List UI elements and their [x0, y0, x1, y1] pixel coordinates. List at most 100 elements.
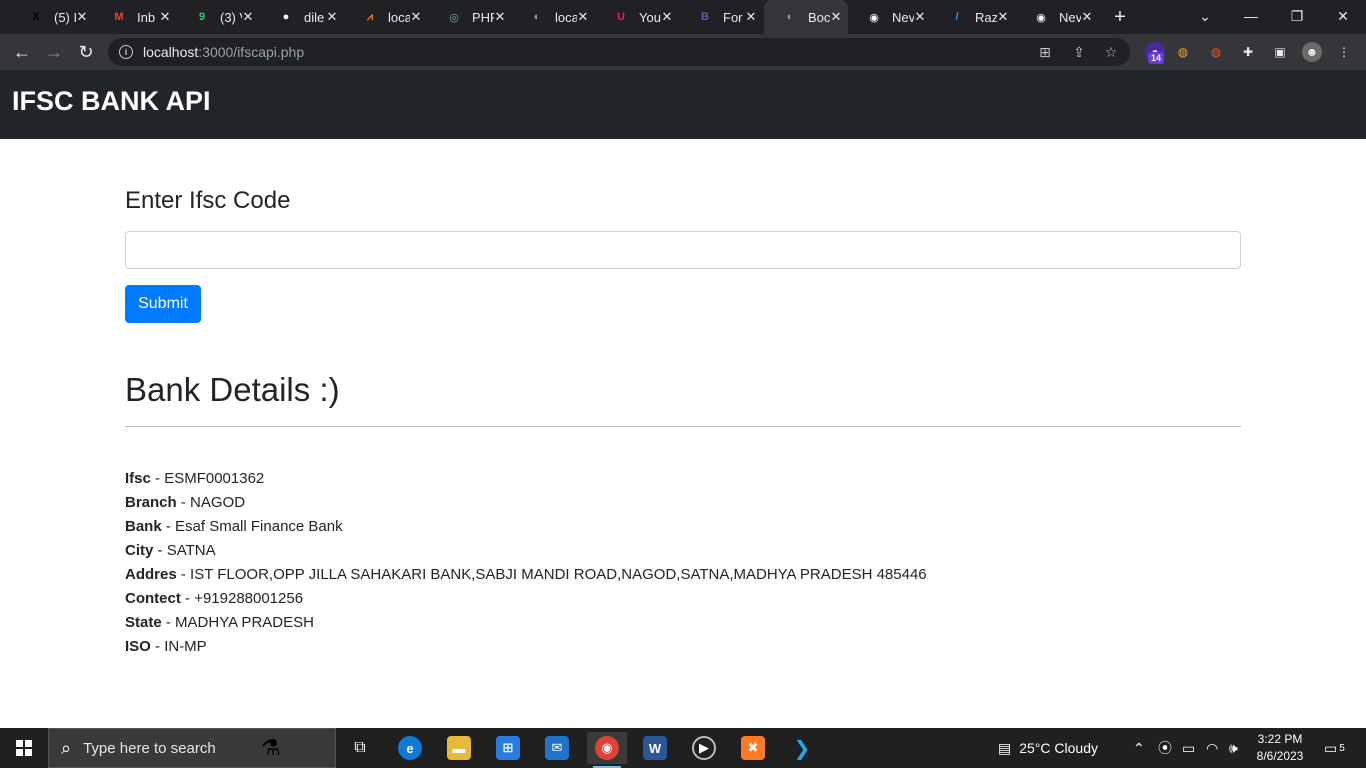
- browser-tab[interactable]: B For ✕: [679, 0, 763, 34]
- tab-close-icon[interactable]: ✕: [240, 9, 256, 25]
- back-icon[interactable]: ←: [8, 38, 36, 66]
- detail-key: City: [125, 542, 154, 559]
- tab-title: loca: [555, 9, 577, 25]
- detail-value: MADHYA PRADESH: [175, 614, 314, 631]
- tab-close-icon[interactable]: ✕: [492, 9, 508, 25]
- submit-button[interactable]: Submit: [125, 285, 201, 323]
- chatgpt-icon: ◎: [449, 11, 459, 24]
- clock-date: 8/6/2023: [1256, 749, 1304, 763]
- cookie-editor-icon[interactable]: ◍: [1206, 42, 1226, 62]
- minimize-button[interactable]: —: [1228, 0, 1274, 32]
- translate-icon[interactable]: ⊞: [1036, 43, 1054, 61]
- browser-tab[interactable]: U You ✕: [595, 0, 679, 34]
- bookmark-star-icon[interactable]: ☆: [1102, 43, 1120, 61]
- reload-icon[interactable]: ↻: [72, 38, 100, 66]
- task-view-icon[interactable]: ⧉: [340, 732, 380, 764]
- word-icon[interactable]: W: [635, 732, 675, 764]
- udemy-icon: U: [617, 11, 625, 23]
- browser-tab[interactable]: X (5) I ✕: [10, 0, 94, 34]
- battery-icon[interactable]: ▭: [1182, 728, 1195, 768]
- detail-key: Bank: [125, 518, 162, 535]
- detail-row: Addres - IST FLOOR,OPP JILLA SAHAKARI BA…: [125, 565, 927, 589]
- science-illustration-icon: ⚗: [261, 735, 281, 760]
- detail-key: Contect: [125, 590, 181, 607]
- gmail-icon: M: [114, 11, 124, 23]
- browser-tab[interactable]: ◉ Nev ✕: [848, 0, 932, 34]
- tab-close-icon[interactable]: ✕: [408, 9, 424, 25]
- browser-tab[interactable]: 9 (3) V✕: [176, 0, 260, 34]
- media-player-icon[interactable]: ▶: [684, 732, 724, 764]
- file-explorer-icon[interactable]: ▬: [439, 732, 479, 764]
- forward-icon[interactable]: →: [40, 38, 68, 66]
- extension-badge: 14: [1148, 52, 1165, 64]
- xampp-icon[interactable]: ✖: [733, 732, 773, 764]
- url-text: localhost:3000/ifscapi.php: [143, 44, 305, 60]
- detail-key: Ifsc: [125, 470, 151, 487]
- browser-tab[interactable]: M Inb ✕: [93, 0, 177, 34]
- taskbar-clock[interactable]: 3:22 PM 8/6/2023: [1255, 731, 1305, 765]
- site-info-icon[interactable]: i: [119, 45, 133, 59]
- tab-close-icon[interactable]: ✕: [1079, 9, 1095, 25]
- vscode-icon[interactable]: ❯: [782, 732, 822, 764]
- tab-search-icon[interactable]: ⌄: [1182, 0, 1228, 32]
- new-tab-button[interactable]: +: [1108, 5, 1132, 29]
- detail-key: Branch: [125, 494, 177, 511]
- tab-close-icon[interactable]: ✕: [995, 9, 1011, 25]
- detail-value: ESMF0001362: [164, 470, 265, 487]
- volume-icon[interactable]: 🕪: [1229, 728, 1238, 768]
- browser-tab[interactable]: ◐ Boc ✕: [764, 0, 848, 34]
- notification-count: 5: [1339, 742, 1345, 754]
- address-bar[interactable]: i localhost:3000/ifscapi.php ⊞ ⇪ ☆: [108, 38, 1130, 66]
- browser-tab[interactable]: ● dile ✕: [260, 0, 344, 34]
- tab-close-icon[interactable]: ✕: [828, 9, 844, 25]
- camera-icon[interactable]: ⦿: [1158, 728, 1172, 768]
- detail-row: Contect - +919288001256: [125, 589, 927, 613]
- tab-close-icon[interactable]: ✕: [575, 9, 591, 25]
- tab-close-icon[interactable]: ✕: [324, 9, 340, 25]
- browser-tab[interactable]: / Raz ✕: [931, 0, 1015, 34]
- divider: [125, 426, 1241, 427]
- tab-close-icon[interactable]: ✕: [743, 9, 759, 25]
- tab-close-icon[interactable]: ✕: [74, 9, 90, 25]
- tab-close-icon[interactable]: ✕: [157, 9, 173, 25]
- navbar-brand[interactable]: IFSC BANK API: [12, 86, 211, 117]
- share-icon[interactable]: ⇪: [1070, 43, 1088, 61]
- tab-title: Boc: [808, 9, 830, 25]
- detail-value: IN-MP: [164, 638, 207, 655]
- chrome-taskbar-icon[interactable]: ◉: [587, 732, 627, 768]
- edge-icon[interactable]: e: [390, 732, 430, 764]
- side-panel-icon[interactable]: ▣: [1270, 42, 1290, 62]
- restore-button[interactable]: ❐: [1274, 0, 1320, 32]
- tab-title: Raz: [975, 9, 997, 25]
- detail-separator: -: [150, 470, 165, 487]
- weather-text: 25°C Cloudy: [1019, 740, 1098, 756]
- notification-center[interactable]: ▭ 5: [1324, 728, 1345, 768]
- bootstrap-icon: B: [701, 11, 709, 23]
- detail-separator: -: [150, 638, 165, 655]
- wifi-icon[interactable]: ◠: [1206, 728, 1218, 768]
- microsoft-store-icon[interactable]: ⊞: [488, 732, 528, 764]
- cookie-extension-icon[interactable]: ◍: [1173, 42, 1193, 62]
- mail-icon[interactable]: ✉: [537, 732, 577, 764]
- close-window-button[interactable]: ✕: [1320, 0, 1366, 32]
- show-hidden-icons[interactable]: ⌃: [1133, 728, 1145, 768]
- detail-separator: -: [176, 566, 191, 583]
- weather-widget[interactable]: ▤ 25°C Cloudy: [998, 728, 1098, 768]
- bank-details-list: Ifsc - ESMF0001362 Branch - NAGOD Bank - E…: [125, 469, 927, 661]
- globe-icon: ◐: [786, 11, 794, 23]
- chrome-menu-icon[interactable]: ⋮: [1334, 42, 1354, 62]
- extensions-puzzle-icon[interactable]: ✚: [1238, 42, 1258, 62]
- chrome-icon: ◉: [1036, 11, 1046, 24]
- browser-tab[interactable]: ◎ PHF✕: [428, 0, 512, 34]
- tab-close-icon[interactable]: ✕: [659, 9, 675, 25]
- browser-tab[interactable]: ◉ Nev ✕: [1015, 0, 1099, 34]
- profile-avatar[interactable]: ☻: [1302, 42, 1322, 62]
- browser-tab[interactable]: ⩘ loca ✕: [344, 0, 428, 34]
- weather-icon: ▤: [998, 739, 1012, 756]
- start-button[interactable]: [0, 728, 48, 768]
- chrome-icon: ◉: [869, 11, 879, 24]
- ifsc-input[interactable]: [125, 231, 1241, 269]
- taskbar-search-box[interactable]: ⌕ Type here to search ⚗: [48, 728, 336, 768]
- browser-tab[interactable]: ◐ loca ✕: [511, 0, 595, 34]
- tab-close-icon[interactable]: ✕: [912, 9, 928, 25]
